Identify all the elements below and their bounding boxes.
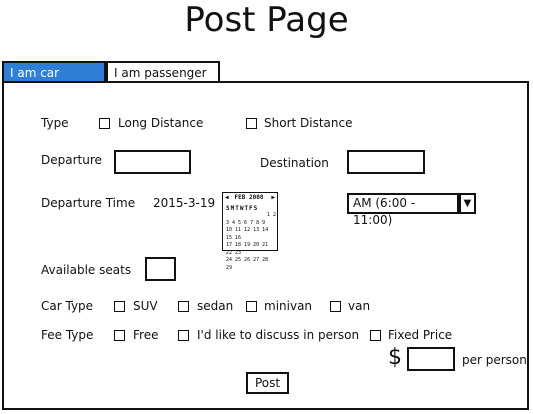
calendar-week-row: 10 11 12 13 14 15 16 (226, 227, 269, 241)
currency-symbol: $ (388, 345, 402, 370)
short-distance-checkbox[interactable] (246, 118, 257, 129)
suv-label: SUV (133, 299, 158, 313)
fixed-price-label: Fixed Price (388, 328, 453, 342)
sedan-label: sedan (197, 299, 234, 313)
calendar-weekdays: SMTWTFS (226, 205, 259, 212)
long-distance-checkbox[interactable] (99, 118, 110, 129)
fixed-price-checkbox[interactable] (370, 330, 381, 341)
departure-label: Departure (41, 153, 102, 167)
tab-car-owner[interactable]: I am car owner (2, 61, 106, 100)
free-checkbox[interactable] (114, 330, 125, 341)
departure-time-label: Departure Time (41, 196, 136, 210)
type-label: Type (41, 116, 69, 130)
van-label: van (348, 299, 371, 313)
calendar-week-row: 1 2 (266, 212, 276, 218)
long-distance-label: Long Distance (118, 116, 204, 130)
tab-passenger[interactable]: I am passenger (106, 61, 220, 81)
calendar-days[interactable]: 1 2 3 4 5 6 7 8 9 10 11 12 13 14 15 16 1… (226, 212, 276, 272)
departure-input[interactable] (114, 150, 191, 174)
available-seats-input[interactable] (145, 257, 176, 281)
departure-date-value: 2015-3-19 (153, 196, 216, 210)
suv-checkbox[interactable] (114, 301, 125, 312)
calendar-week-row: 17 18 19 20 21 22 23 (226, 242, 269, 256)
minivan-label: minivan (264, 299, 313, 313)
short-distance-label: Short Distance (264, 116, 353, 130)
calendar-week-row: 3 4 5 6 7 8 9 (226, 219, 266, 226)
time-slot-select[interactable]: AM (6:00 - 11:00) (347, 193, 459, 227)
post-button[interactable]: Post (246, 372, 289, 394)
price-input[interactable] (407, 347, 455, 371)
minivan-checkbox[interactable] (246, 301, 257, 312)
fee-type-label: Fee Type (41, 328, 94, 342)
calendar-next-icon[interactable]: ▶ (271, 194, 275, 201)
available-seats-label: Available seats (41, 263, 132, 277)
free-label: Free (133, 328, 159, 342)
calendar-week-row: 24 25 26 27 28 29 (226, 257, 269, 271)
van-checkbox[interactable] (330, 301, 341, 312)
per-person-label: per person (462, 353, 527, 367)
calendar-month: FEB 2008 (234, 194, 264, 201)
destination-label: Destination (260, 156, 329, 170)
calendar-widget[interactable]: ◀ FEB 2008 ▶ SMTWTFS 1 2 3 4 5 6 7 8 9 1… (222, 192, 278, 271)
page-title: Post Page (184, 0, 349, 40)
discuss-in-person-label: I'd like to discuss in person (197, 328, 360, 342)
chevron-down-icon[interactable]: ▼ (459, 193, 476, 214)
discuss-in-person-checkbox[interactable] (178, 330, 189, 341)
sedan-checkbox[interactable] (178, 301, 189, 312)
destination-input[interactable] (347, 150, 425, 174)
car-type-label: Car Type (41, 299, 94, 313)
